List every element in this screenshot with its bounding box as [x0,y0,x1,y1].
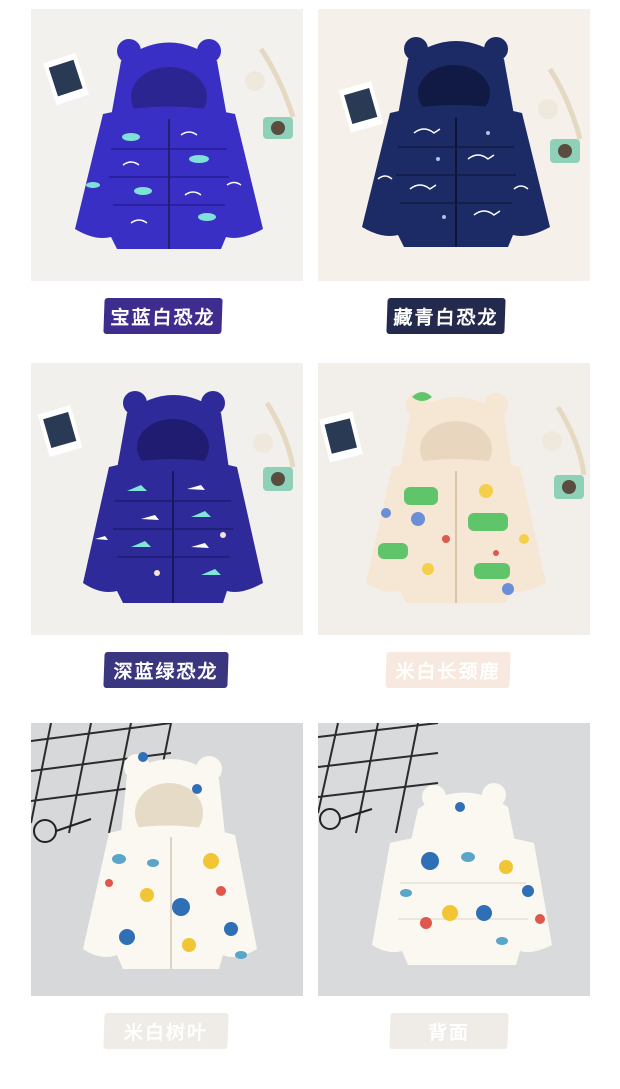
label-text: 藏青白恐龙 [393,306,499,329]
product-photo-back-view[interactable] [318,723,590,996]
product-photo-navy-dino[interactable] [318,9,590,281]
product-photo-beige-leaf[interactable] [31,723,303,996]
label-royal-blue-dino: 宝蓝白恐龙 [103,298,223,334]
product-photo-beige-giraffe[interactable] [318,363,590,635]
label-text: 背面 [427,1021,471,1044]
product-photo-deep-blue-green-dino[interactable] [31,363,303,635]
label-text: 米白长颈鹿 [395,660,501,683]
label-deep-blue-green-dino: 深蓝绿恐龙 [103,652,229,688]
label-back-view: 背面 [389,1013,509,1049]
label-beige-leaf: 米白树叶 [103,1013,229,1049]
label-text: 米白树叶 [123,1021,209,1044]
product-photo-royal-blue-dino[interactable] [31,9,303,281]
label-text: 深蓝绿恐龙 [113,660,219,683]
label-beige-giraffe: 米白长颈鹿 [385,652,511,688]
label-navy-dino: 藏青白恐龙 [386,298,506,334]
label-text: 宝蓝白恐龙 [110,306,216,329]
